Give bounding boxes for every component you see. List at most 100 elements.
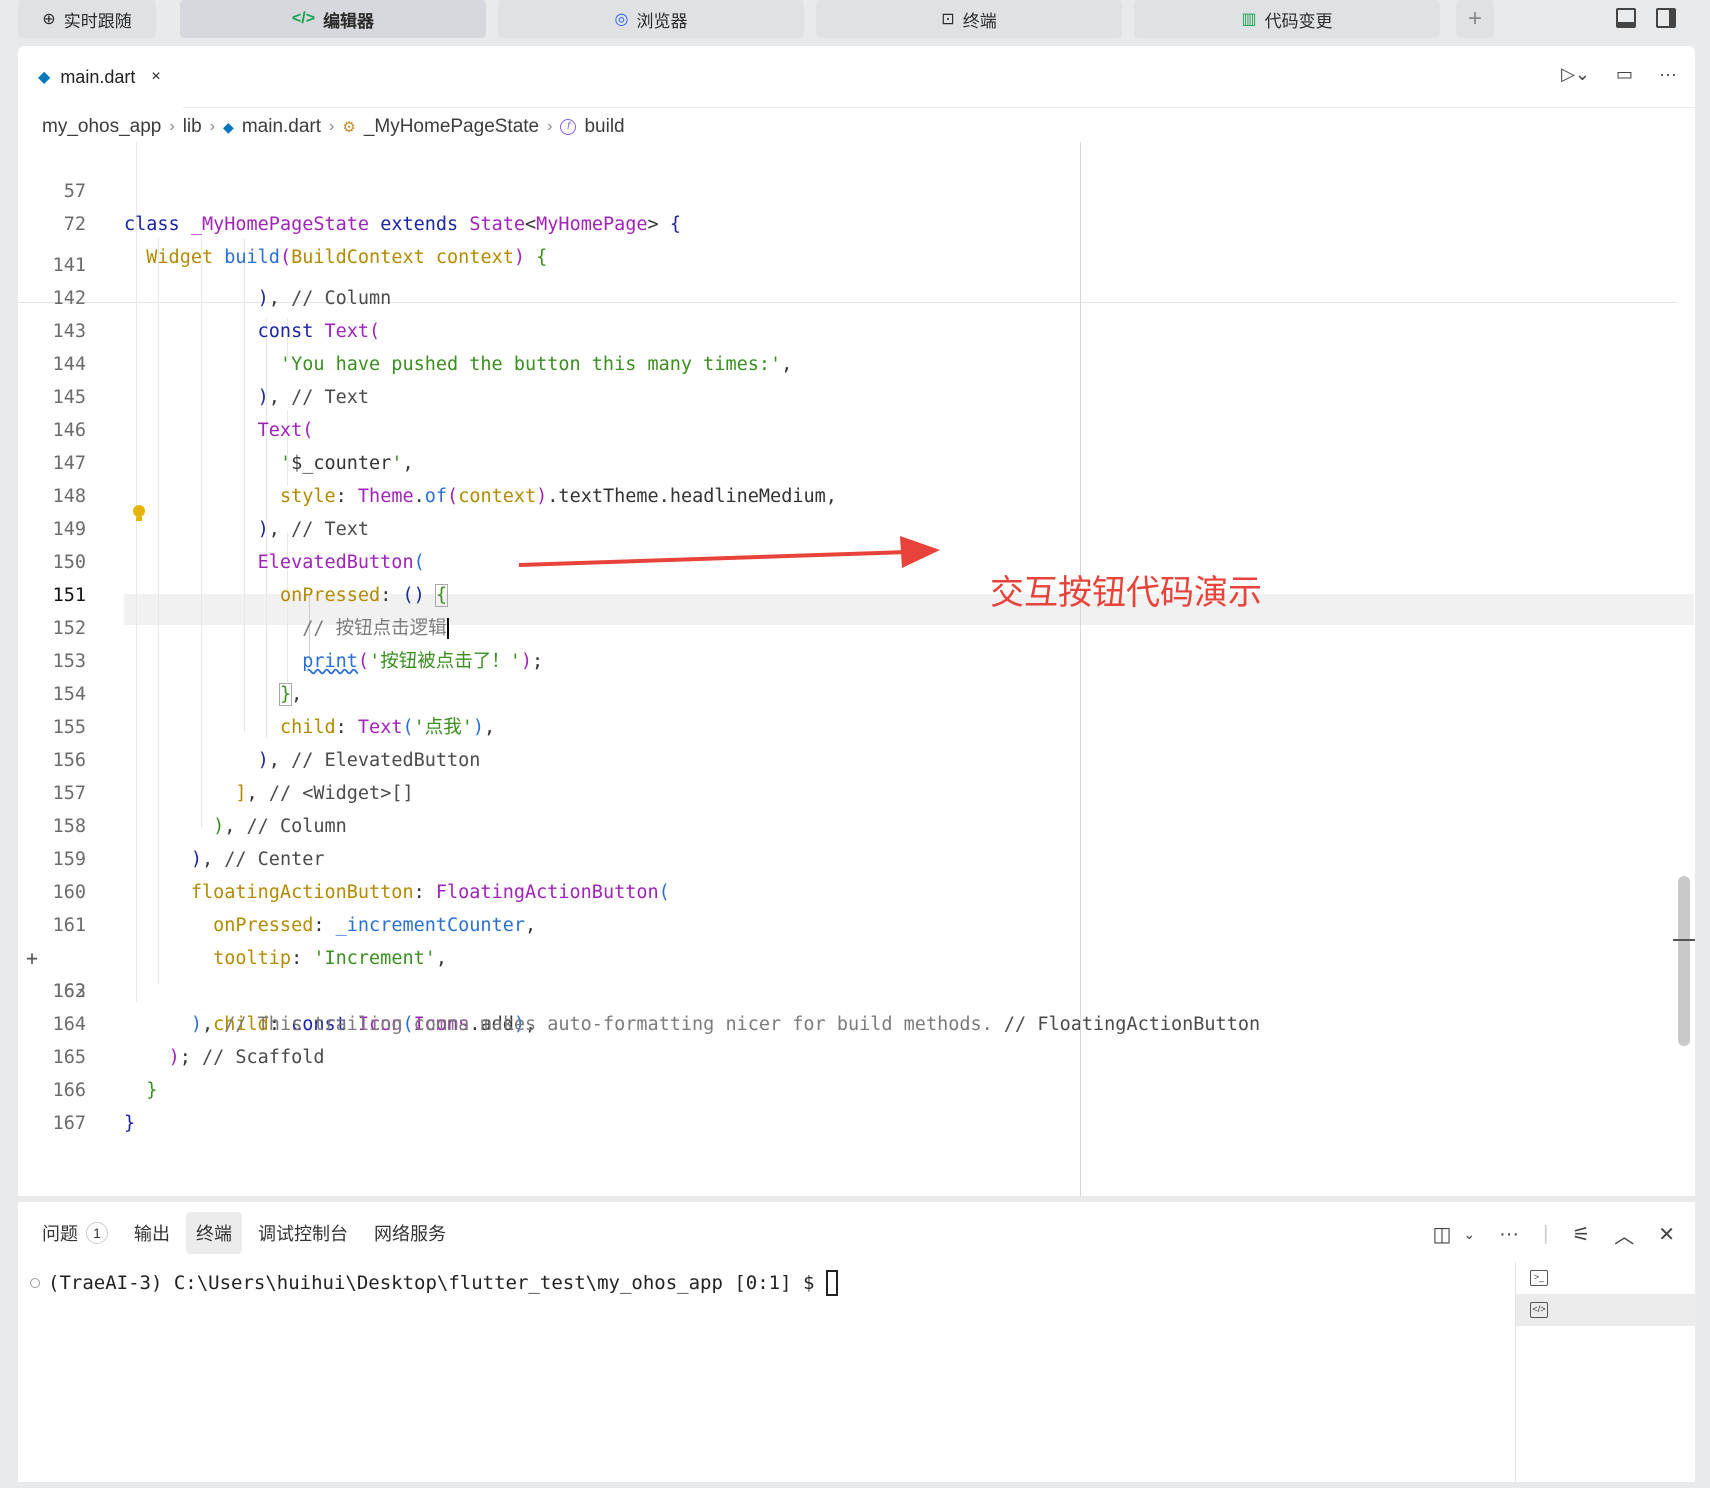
app-window: ⊕ 实时跟随 </> 编辑器 ◎ 浏览器 ⊡ 终端 ▥ 代码变更 + ◆ mai…	[0, 0, 1710, 1488]
file-tab[interactable]: ◆ main.dart ×	[18, 46, 183, 108]
tab-label: 终端	[196, 1224, 232, 1244]
tab-label: 输出	[134, 1224, 170, 1244]
code-line: 145 Text(	[18, 348, 1678, 441]
terminal-icon: >_	[1530, 1270, 1548, 1286]
panel-tabs: 问题 1 输出 终端 调试控制台 网络服务	[32, 1212, 456, 1254]
close-icon[interactable]: ×	[151, 68, 160, 86]
chevron-right-icon: ›	[169, 118, 175, 135]
code-line: 141 ), // Column	[18, 216, 1678, 309]
compass-icon: ◎	[614, 11, 629, 28]
code-line: 158 ), // Center	[18, 777, 1678, 870]
code-line: 155 ), // ElevatedButton	[18, 678, 1678, 771]
terminal-prompt[interactable]: (TraeAI-3) C:\Users\huihui\Desktop\flutt…	[30, 1270, 839, 1296]
code-line: 156 ], // <Widget>[]	[18, 711, 1678, 804]
code-line: 152 print('按钮被点击了！');	[18, 579, 1678, 672]
ai-terminal-icon: </>	[1530, 1302, 1548, 1318]
tab-label: 网络服务	[374, 1224, 446, 1244]
tab-terminal-panel[interactable]: 终端	[186, 1212, 242, 1254]
panel-right-icon[interactable]	[1656, 8, 1676, 28]
code-line: 142 const Text(	[18, 249, 1678, 342]
top-tab-bar: ⊕ 实时跟随 </> 编辑器 ◎ 浏览器 ⊡ 终端 ▥ 代码变更 +	[0, 0, 1710, 40]
split-editor-icon[interactable]: ▭	[1616, 64, 1633, 85]
tab-live-follow[interactable]: ⊕ 实时跟随	[18, 0, 156, 38]
tab-code-changes[interactable]: ▥ 代码变更	[1134, 0, 1440, 38]
code-line: 143 'You have pushed the button this man…	[18, 282, 1678, 375]
code-line: 146 '$_counter',	[18, 381, 1678, 474]
status-circle-icon	[30, 1278, 40, 1288]
terminal-cursor	[826, 1270, 839, 1296]
terminal-icon: ⊡	[941, 11, 955, 28]
toolbar-divider: |	[1543, 1223, 1549, 1245]
code-line: 159 floatingActionButton: FloatingAction…	[18, 810, 1678, 903]
tab-output[interactable]: 输出	[124, 1212, 180, 1254]
editor-toolbar: ▷⌄ ▭ ···	[1561, 64, 1677, 85]
chevron-right-icon: ›	[547, 118, 553, 135]
tab-divider	[183, 107, 1695, 108]
code-line: 72 Widget build(BuildContext context) {	[18, 175, 1678, 268]
code-line: 165 }	[18, 1008, 1678, 1101]
code-line: 153 },	[18, 612, 1678, 706]
breadcrumb-file[interactable]: main.dart	[242, 116, 321, 138]
chevron-right-icon: ›	[209, 118, 216, 135]
chevron-down-icon[interactable]: ⌄	[1463, 1226, 1475, 1243]
annotation-arrow	[518, 536, 940, 568]
tab-browser[interactable]: ◎ 浏览器	[498, 0, 804, 38]
tab-label: 问题	[42, 1224, 78, 1244]
code-line: 147 style: Theme.of(context).textTheme.h…	[18, 414, 1678, 507]
terminal-prompt-text: (TraeAI-3) C:\Users\huihui\Desktop\flutt…	[48, 1272, 815, 1294]
scroll-position-marker	[1673, 939, 1695, 941]
annotation-label: 交互按钮代码演示	[990, 573, 1262, 613]
tab-label: 代码变更	[1264, 11, 1333, 31]
code-line: 163 ), // This trailing comma makes auto…	[18, 942, 1678, 1035]
lightbulb-icon[interactable]	[132, 504, 146, 524]
editor-panel: ◆ main.dart × ▷⌄ ▭ ··· my_ohos_app › lib…	[18, 46, 1695, 1196]
diff-icon: ▥	[1241, 11, 1257, 28]
line-number: 167	[52, 1113, 86, 1134]
split-terminal-icon[interactable]: ◫	[1432, 1222, 1451, 1247]
close-icon[interactable]: ✕	[1658, 1222, 1675, 1247]
vertical-scrollbar[interactable]	[1678, 876, 1690, 1046]
bottom-panel: 问题 1 输出 终端 调试控制台 网络服务 ◫ ⌄ ··· | ⚟ ︿ ✕ (T…	[18, 1202, 1696, 1482]
code-line: 160 onPressed: _incrementCounter,	[18, 843, 1678, 936]
more-icon[interactable]: ···	[1659, 64, 1677, 85]
run-debug-icon[interactable]: ▷⌄	[1561, 64, 1590, 85]
dart-file-icon: ◆	[38, 69, 51, 86]
tab-terminal[interactable]: ⊡ 终端	[816, 0, 1122, 38]
tab-label: 终端	[962, 11, 997, 31]
code-line: 148 ), // Text	[18, 447, 1678, 540]
code-line: 144 ), // Text	[18, 315, 1678, 408]
breadcrumb-lib[interactable]: lib	[183, 116, 202, 138]
code-line: 161 tooltip: 'Increment',	[18, 876, 1678, 969]
tab-label: 编辑器	[323, 11, 375, 31]
tab-editor[interactable]: </> 编辑器	[180, 0, 486, 38]
breadcrumb-project[interactable]: my_ohos_app	[42, 116, 161, 138]
terminal-instance-2[interactable]: </>	[1516, 1294, 1696, 1326]
maximize-panel-icon[interactable]: ︿	[1614, 1220, 1634, 1249]
crosshair-icon: ⊕	[42, 11, 56, 28]
tab-label: 实时跟随	[63, 11, 132, 31]
code-line: 164 ); // Scaffold	[18, 975, 1678, 1068]
breadcrumb-method[interactable]: build	[584, 116, 624, 138]
code-line: + 162 child: const Icon(Icons.add),	[18, 909, 1678, 1035]
breadcrumb: my_ohos_app › lib › ◆ main.dart › ⚙ _MyH…	[42, 112, 625, 142]
terminal-instance-1[interactable]: >_	[1516, 1262, 1696, 1294]
code-line: 149 ElevatedButton(	[18, 480, 1678, 573]
panel-bottom-icon[interactable]	[1616, 8, 1636, 28]
panel-toolbar: ◫ ⌄ ··· | ⚟ ︿ ✕	[1432, 1220, 1675, 1249]
add-tab-button[interactable]: +	[1456, 0, 1494, 38]
tab-problems[interactable]: 问题 1	[32, 1212, 118, 1254]
tab-label: 浏览器	[636, 11, 688, 31]
code-line: 166 }	[18, 1041, 1678, 1134]
class-icon: ⚙	[342, 119, 356, 136]
problem-count-badge: 1	[86, 1222, 108, 1244]
chevron-right-icon: ›	[329, 118, 335, 135]
function-icon: f	[560, 119, 577, 135]
tab-network-services[interactable]: 网络服务	[364, 1212, 456, 1254]
more-icon[interactable]: ···	[1499, 1223, 1519, 1246]
settings-sliders-icon[interactable]: ⚟	[1572, 1222, 1590, 1247]
file-tab-name: main.dart	[60, 66, 136, 87]
code-line: 157 ), // Column	[18, 744, 1678, 837]
breadcrumb-class[interactable]: _MyHomePageState	[364, 116, 539, 138]
tab-debug-console[interactable]: 调试控制台	[248, 1212, 358, 1254]
code-icon: </>	[291, 10, 316, 27]
